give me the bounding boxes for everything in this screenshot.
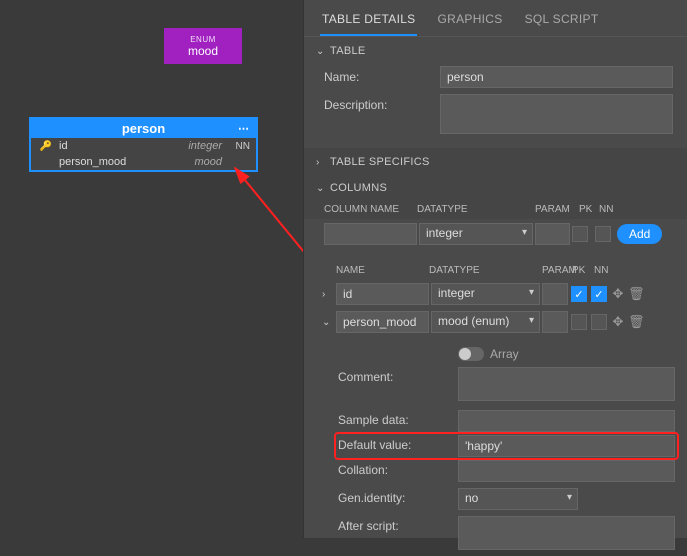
- header-datatype: DATATYPE: [429, 265, 542, 276]
- move-icon[interactable]: ✥: [610, 286, 626, 302]
- collation-label: Collation:: [338, 460, 458, 477]
- name-label: Name:: [324, 66, 440, 84]
- header-param: PARAM: [542, 265, 572, 276]
- enum-entity[interactable]: ENUM mood: [164, 28, 242, 64]
- table-entity-header[interactable]: person ⋯: [31, 119, 256, 138]
- move-icon[interactable]: ✥: [610, 314, 626, 330]
- column-param-input[interactable]: [542, 311, 568, 333]
- section-label: TABLE SPECIFICS: [330, 156, 430, 168]
- expand-icon[interactable]: ›: [322, 289, 334, 300]
- delete-icon[interactable]: 🗑: [628, 286, 644, 302]
- chevron-down-icon: ⌄: [316, 183, 330, 194]
- table-entity[interactable]: person ⋯ 🔑 id integer NN person_mood moo…: [29, 117, 258, 172]
- header-datatype: DATATYPE: [417, 204, 535, 215]
- delete-icon[interactable]: 🗑: [628, 314, 644, 330]
- chevron-right-icon: ›: [316, 157, 330, 168]
- comment-input[interactable]: [458, 367, 675, 401]
- diagram-canvas[interactable]: ENUM mood person ⋯ 🔑 id integer NN perso…: [0, 0, 303, 538]
- chevron-down-icon: ⌄: [316, 46, 330, 57]
- column-detail-block: Array Comment: Sample data: Default valu…: [338, 344, 687, 556]
- enum-name: mood: [164, 44, 242, 58]
- sample-data-label: Sample data:: [338, 410, 458, 427]
- sample-data-input[interactable]: [458, 410, 675, 432]
- new-column-row: integer Add: [304, 219, 687, 249]
- add-column-button[interactable]: Add: [617, 224, 662, 244]
- table-name-input[interactable]: [440, 66, 673, 88]
- column-row-id[interactable]: › integer ✓ ✓ ✥ 🗑: [304, 280, 687, 308]
- header-pk: PK: [579, 204, 599, 215]
- column-name: id: [55, 140, 188, 152]
- tab-graphics[interactable]: GRAPHICS: [435, 6, 504, 36]
- new-column-name-input[interactable]: [324, 223, 417, 245]
- column-pk-checkbox[interactable]: ✓: [571, 286, 587, 302]
- after-script-label: After script:: [338, 516, 458, 533]
- header-pk: PK: [572, 265, 594, 276]
- section-columns[interactable]: ⌄ COLUMNS: [304, 174, 687, 200]
- column-row-person-mood[interactable]: ⌄ mood (enum) ✥ 🗑: [304, 308, 687, 336]
- enum-type-label: ENUM: [164, 35, 242, 44]
- gen-identity-label: Gen.identity:: [338, 488, 458, 505]
- header-name: NAME: [336, 265, 429, 276]
- column-nn-checkbox[interactable]: ✓: [591, 286, 607, 302]
- table-column-row[interactable]: person_mood mood: [31, 154, 256, 170]
- panel-tabs: TABLE DETAILS GRAPHICS SQL SCRIPT: [304, 0, 687, 37]
- collapse-icon[interactable]: ⌄: [322, 317, 334, 328]
- table-column-row[interactable]: 🔑 id integer NN: [31, 138, 256, 154]
- details-panel: TABLE DETAILS GRAPHICS SQL SCRIPT ⌄ TABL…: [303, 0, 687, 538]
- column-nn-checkbox[interactable]: [591, 314, 607, 330]
- description-label: Description:: [324, 94, 440, 112]
- tab-table-details[interactable]: TABLE DETAILS: [320, 6, 417, 36]
- section-table-specifics[interactable]: › TABLE SPECIFICS: [304, 148, 687, 174]
- array-label: Array: [490, 347, 519, 361]
- column-list-header: NAME DATATYPE PARAM PK NN: [304, 261, 687, 280]
- new-column-nn-checkbox[interactable]: [595, 226, 611, 242]
- table-description-input[interactable]: [440, 94, 673, 134]
- column-nn: NN: [228, 141, 250, 152]
- default-value-highlight: Default value:: [334, 432, 679, 460]
- column-name-input[interactable]: [336, 311, 429, 333]
- array-toggle[interactable]: [458, 347, 484, 361]
- columns-header: COLUMN NAME DATATYPE PARAM PK NN: [304, 200, 687, 219]
- header-name: COLUMN NAME: [324, 204, 417, 215]
- after-script-input[interactable]: [458, 516, 675, 550]
- collation-input[interactable]: [458, 460, 675, 482]
- column-type-select[interactable]: mood (enum): [431, 311, 540, 333]
- column-name: person_mood: [55, 156, 194, 168]
- default-value-label: Default value:: [338, 435, 458, 452]
- table-entity-name: person: [122, 121, 165, 136]
- table-entity-menu-icon[interactable]: ⋯: [238, 122, 250, 135]
- section-label: TABLE: [330, 45, 366, 57]
- header-param: PARAM: [535, 204, 579, 215]
- column-pk-checkbox[interactable]: [571, 314, 587, 330]
- column-param-input[interactable]: [542, 283, 568, 305]
- comment-label: Comment:: [338, 367, 458, 384]
- new-column-type-select[interactable]: integer: [419, 223, 533, 245]
- column-type-select[interactable]: integer: [431, 283, 540, 305]
- header-nn: NN: [594, 265, 616, 276]
- gen-identity-select[interactable]: no: [458, 488, 578, 510]
- section-label: COLUMNS: [330, 182, 387, 194]
- section-table[interactable]: ⌄ TABLE: [304, 37, 687, 63]
- header-nn: NN: [599, 204, 619, 215]
- default-value-input[interactable]: [458, 435, 675, 457]
- tab-sql-script[interactable]: SQL SCRIPT: [523, 6, 601, 36]
- new-column-param-input[interactable]: [535, 223, 570, 245]
- column-type: integer: [188, 140, 228, 152]
- primary-key-icon: 🔑: [37, 141, 55, 152]
- column-name-input[interactable]: [336, 283, 429, 305]
- column-type: mood: [194, 156, 228, 168]
- new-column-pk-checkbox[interactable]: [572, 226, 588, 242]
